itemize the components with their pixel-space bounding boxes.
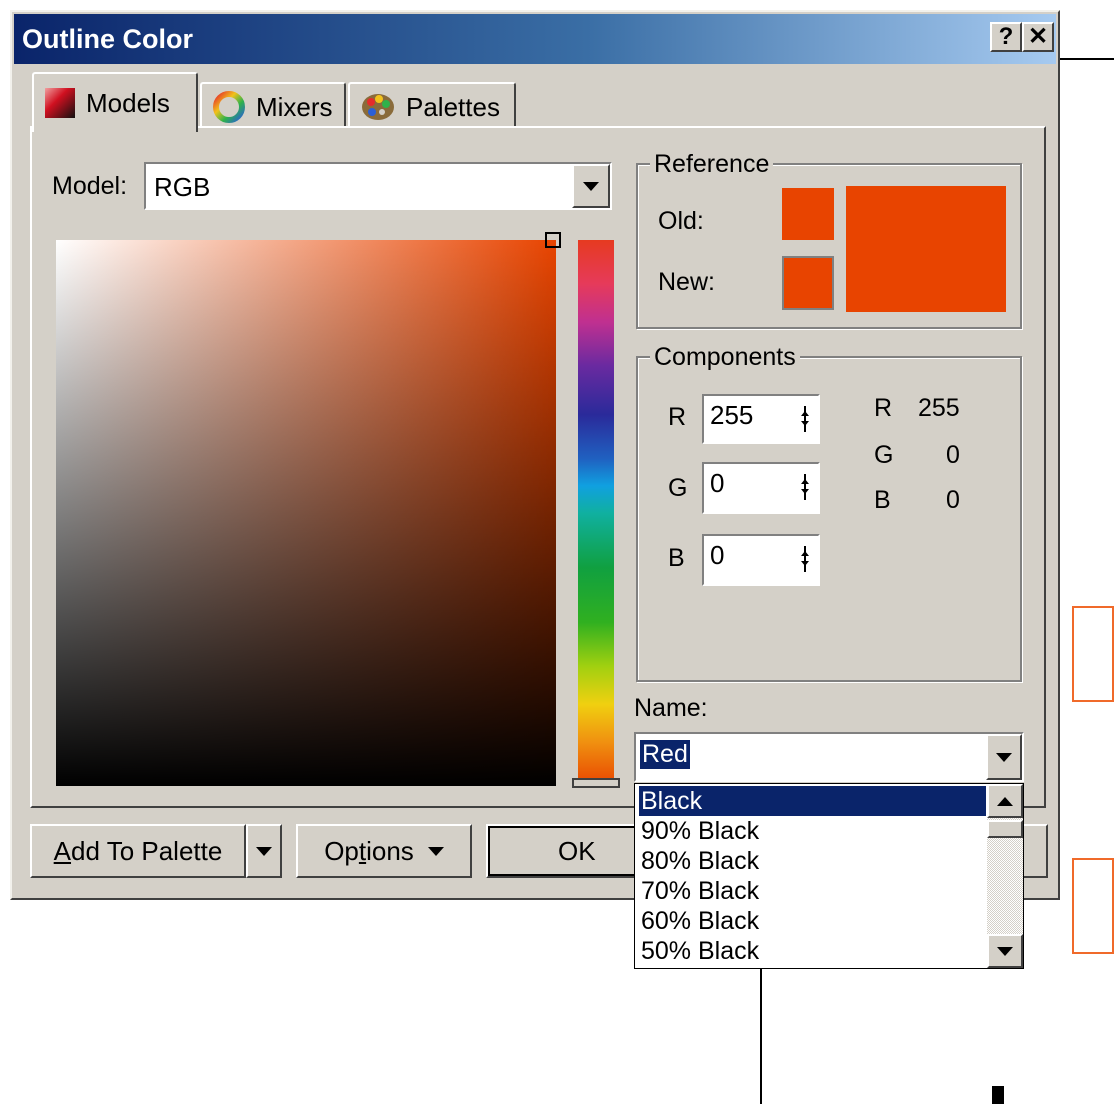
drawing-line — [1060, 58, 1114, 60]
scroll-down-button[interactable] — [987, 934, 1023, 968]
cancel-button[interactable] — [1022, 824, 1048, 878]
help-icon: ? — [998, 23, 1014, 50]
tab-label: Palettes — [406, 91, 500, 122]
drawing-shape — [1072, 858, 1114, 954]
tab-label: Models — [86, 87, 170, 118]
reference-large-swatch — [846, 186, 1006, 312]
drawing-line — [760, 968, 762, 1104]
new-color-swatch — [782, 256, 834, 310]
g-readout-label: G — [874, 441, 894, 469]
spinner-icon — [801, 406, 809, 432]
chevron-down-icon — [996, 752, 1012, 762]
old-color-swatch — [782, 188, 834, 240]
r-readout-value: 255 — [918, 394, 960, 422]
b-readout-label: B — [874, 486, 891, 514]
components-legend: Components — [650, 343, 800, 372]
b-readout-value: 0 — [946, 486, 960, 514]
b-input-label: B — [668, 544, 685, 572]
name-dropdown-button[interactable] — [986, 734, 1022, 780]
name-combobox[interactable]: Red — [634, 732, 1024, 782]
g-input-label: G — [668, 474, 688, 502]
list-item[interactable]: 90% Black — [639, 816, 986, 846]
list-item[interactable]: 50% Black — [639, 936, 986, 966]
tab-palettes[interactable]: Palettes — [348, 82, 516, 130]
components-group — [636, 356, 1022, 682]
drawing-node — [992, 1086, 1004, 1104]
g-readout-value: 0 — [946, 441, 960, 469]
chevron-up-icon — [997, 796, 1013, 806]
r-input-value: 255 — [710, 400, 754, 430]
reference-legend: Reference — [650, 150, 774, 179]
model-value: RGB — [154, 172, 211, 202]
scroll-up-button[interactable] — [987, 784, 1023, 818]
dialog-title: Outline Color — [22, 24, 193, 54]
color-field[interactable] — [56, 240, 556, 786]
palette-icon — [362, 94, 394, 120]
help-button[interactable]: ? — [990, 22, 1022, 52]
chevron-down-icon — [583, 181, 599, 191]
color-field-marker[interactable] — [545, 232, 561, 248]
drawing-shape — [1072, 606, 1114, 702]
list-item[interactable]: Black — [639, 786, 986, 816]
old-label: Old: — [658, 207, 704, 235]
close-icon: ✕ — [1027, 23, 1049, 50]
new-label: New: — [658, 268, 715, 296]
r-readout-label: R — [874, 394, 893, 422]
color-model-icon — [45, 88, 75, 118]
chevron-down-icon — [427, 846, 444, 856]
color-wheel-icon — [213, 91, 245, 123]
name-value[interactable]: Red — [640, 740, 690, 769]
chevron-down-icon — [997, 946, 1013, 956]
ok-label: OK — [558, 835, 596, 866]
tab-models[interactable]: Models — [32, 72, 198, 132]
model-label: Model: — [52, 172, 128, 200]
name-dropdown-list[interactable]: Black 90% Black 80% Black 70% Black 60% … — [634, 783, 1024, 969]
add-to-palette-label: Add To Palette — [53, 835, 223, 866]
model-dropdown-button[interactable] — [572, 164, 610, 208]
r-input-label: R — [668, 403, 687, 431]
tab-mixers[interactable]: Mixers — [200, 82, 346, 130]
name-label: Name: — [634, 694, 708, 722]
r-spin-input[interactable]: 255 — [702, 394, 820, 444]
options-label: Options — [324, 835, 414, 866]
b-input-value: 0 — [710, 540, 725, 570]
scroll-thumb[interactable] — [987, 820, 1023, 838]
b-spin-input[interactable]: 0 — [702, 534, 820, 586]
add-to-palette-button[interactable]: Add To Palette — [30, 824, 246, 878]
options-button[interactable]: Options — [296, 824, 472, 878]
g-input-value: 0 — [710, 468, 725, 498]
list-item[interactable]: 80% Black — [639, 846, 986, 876]
close-button[interactable]: ✕ — [1022, 22, 1054, 52]
hue-slider[interactable] — [578, 240, 614, 786]
dropdown-scrollbar[interactable] — [987, 784, 1023, 968]
tab-label: Mixers — [256, 91, 333, 122]
title-bar: Outline Color ? ✕ — [14, 14, 1056, 64]
chevron-down-icon — [256, 846, 272, 856]
spinner-icon — [801, 546, 809, 572]
hue-slider-handle[interactable] — [572, 778, 620, 788]
add-to-palette-dropdown[interactable] — [246, 824, 282, 878]
spinner-icon — [801, 474, 809, 500]
model-select[interactable]: RGB — [144, 162, 612, 210]
list-item[interactable]: 60% Black — [639, 906, 986, 936]
list-item[interactable]: 70% Black — [639, 876, 986, 906]
g-spin-input[interactable]: 0 — [702, 462, 820, 514]
